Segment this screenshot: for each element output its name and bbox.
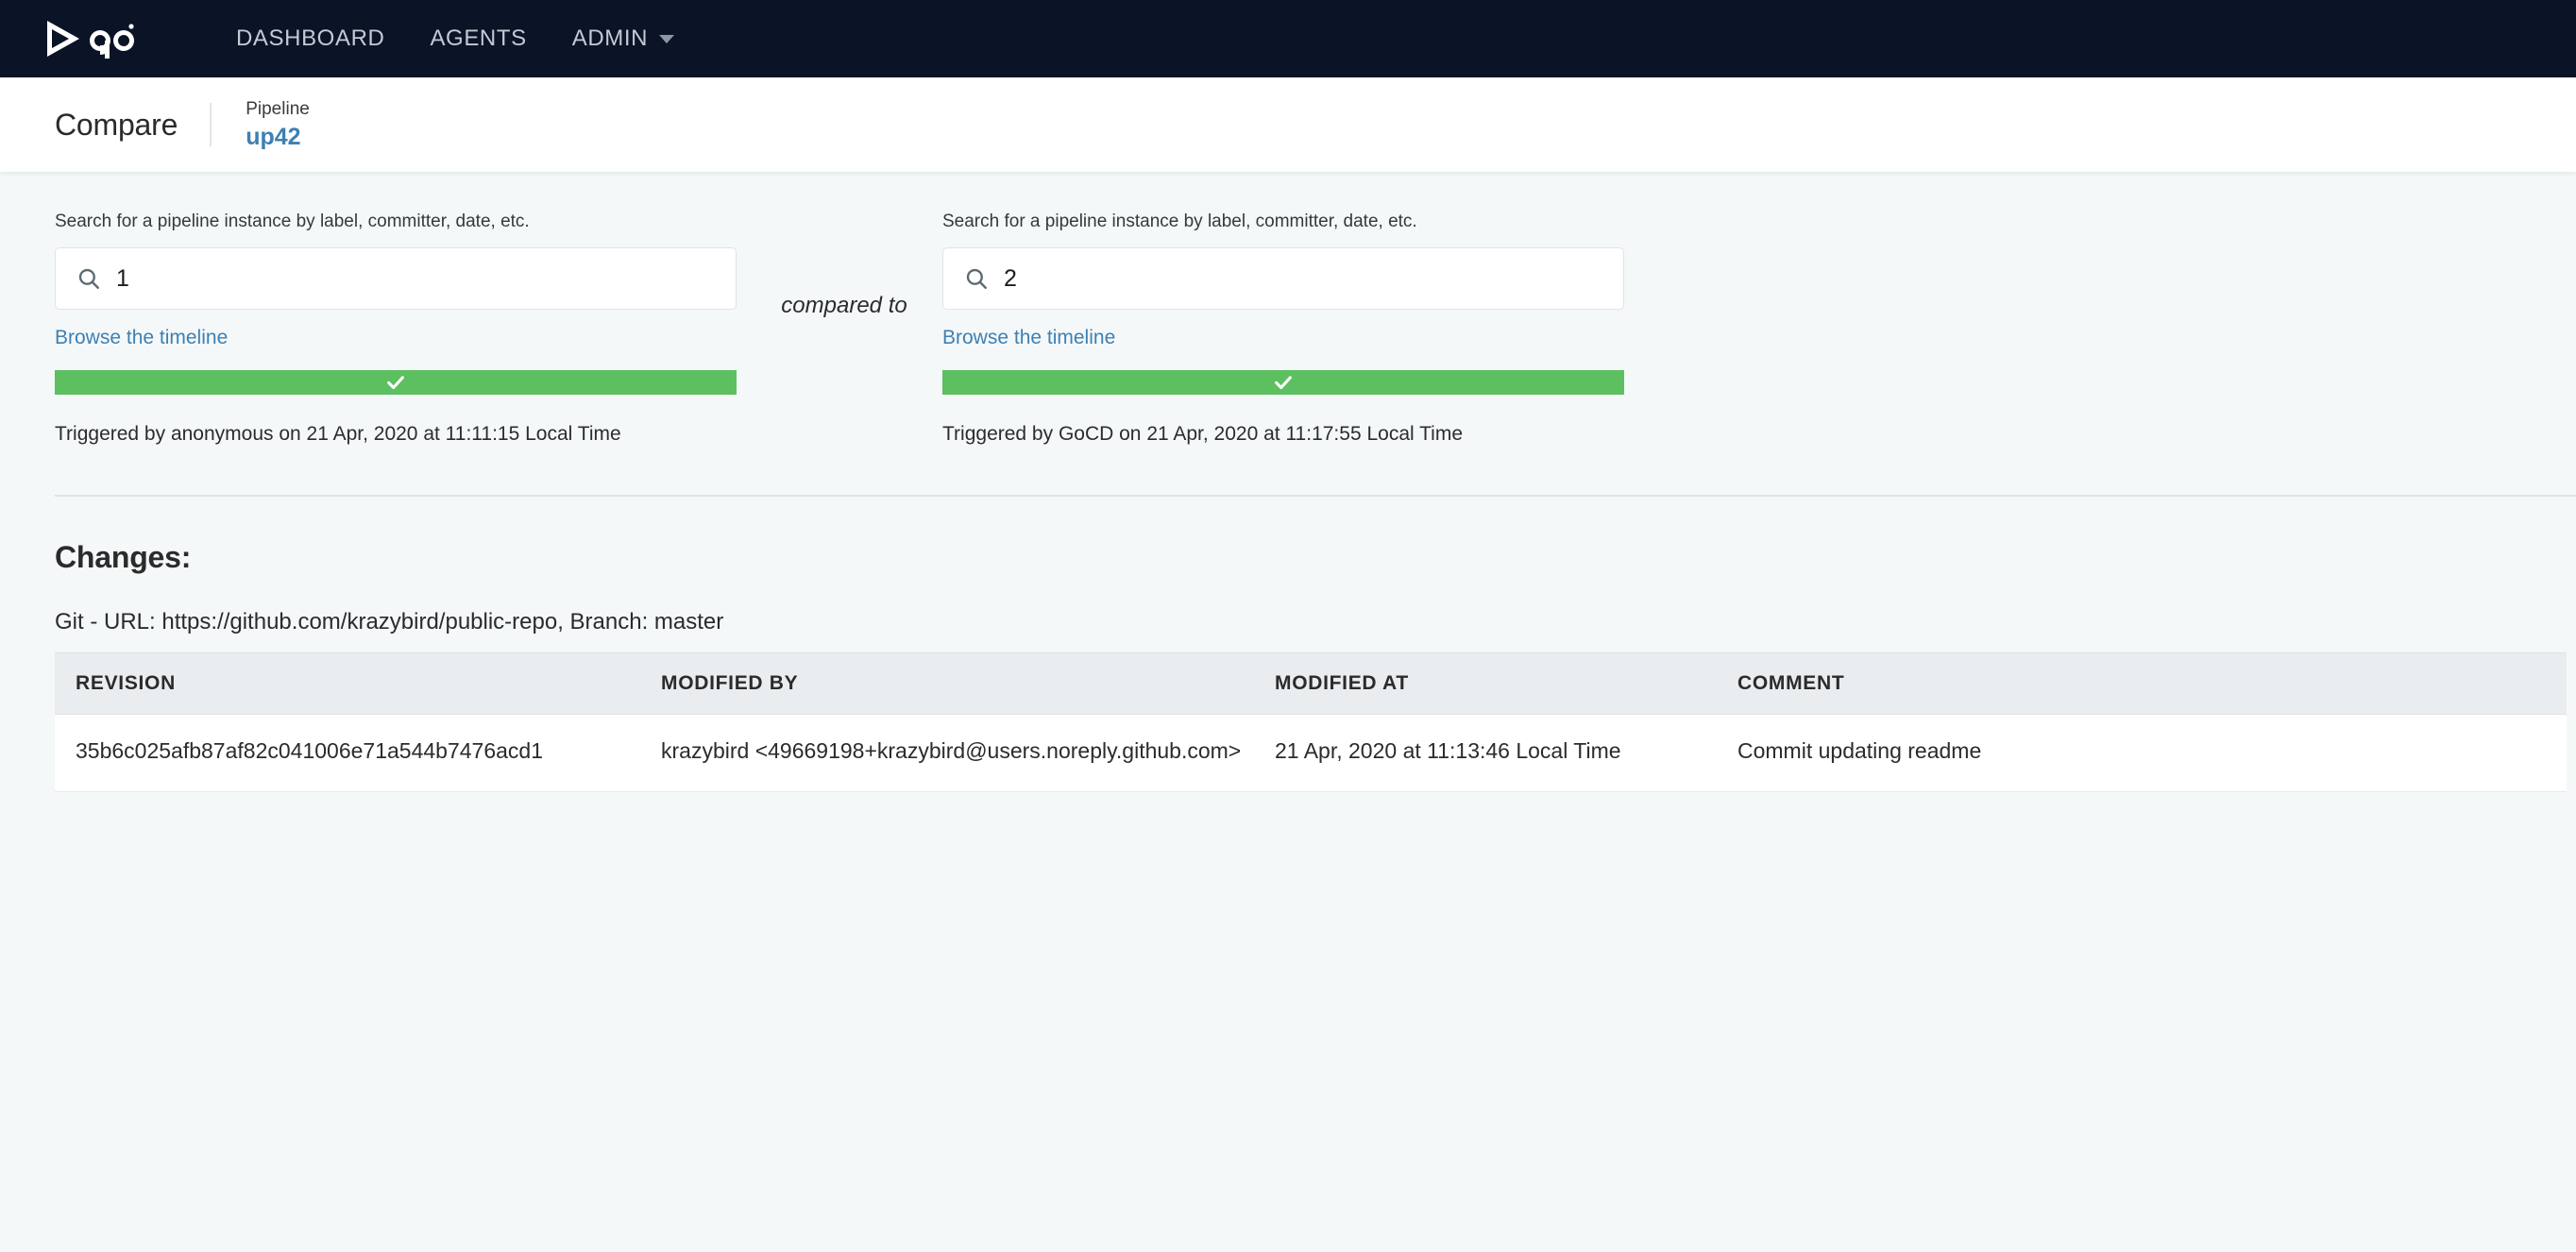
nav-dashboard[interactable]: DASHBOARD	[213, 0, 407, 77]
nav-agents[interactable]: AGENTS	[407, 0, 549, 77]
search-box-right[interactable]	[942, 247, 1624, 310]
pipeline-status-bar-left[interactable]	[55, 370, 737, 395]
nav-links: DASHBOARD AGENTS ADMIN	[213, 0, 697, 77]
top-navigation-bar: DASHBOARD AGENTS ADMIN	[0, 0, 2576, 77]
pipeline-name-link[interactable]: up42	[246, 123, 310, 151]
header-divider	[210, 103, 212, 146]
cell-revision: 35b6c025afb87af82c041006e71a544b7476acd1	[55, 714, 640, 792]
search-icon	[964, 266, 989, 291]
check-icon	[385, 372, 406, 393]
changes-table: REVISION MODIFIED BY MODIFIED AT COMMENT…	[55, 652, 2567, 792]
search-input-right[interactable]	[1004, 264, 1623, 293]
breadcrumb: Pipeline up42	[246, 98, 310, 151]
cell-modified-at: 21 Apr, 2020 at 11:13:46 Local Time	[1254, 714, 1717, 792]
changes-table-wrapper: REVISION MODIFIED BY MODIFIED AT COMMENT…	[0, 652, 2576, 792]
page-title: Compare	[55, 107, 178, 142]
search-icon	[76, 266, 101, 291]
chevron-down-icon	[659, 34, 675, 43]
changes-table-head: REVISION MODIFIED BY MODIFIED AT COMMENT	[55, 652, 2567, 715]
search-box-left[interactable]	[55, 247, 737, 310]
nav-admin-label: ADMIN	[571, 25, 649, 51]
column-header-modified-by[interactable]: MODIFIED BY	[640, 652, 1254, 715]
gocd-logo[interactable]	[43, 10, 136, 67]
search-input-left[interactable]	[116, 264, 736, 293]
nav-agents-label: AGENTS	[430, 25, 527, 51]
changes-heading: Changes:	[55, 540, 192, 574]
nav-dashboard-label: DASHBOARD	[236, 25, 385, 51]
table-header-row: REVISION MODIFIED BY MODIFIED AT COMMENT	[55, 652, 2567, 715]
page-header: Compare Pipeline up42	[0, 77, 2576, 172]
changes-table-body: 35b6c025afb87af82c041006e71a544b7476acd1…	[55, 714, 2567, 792]
main-content: Search for a pipeline instance by label,…	[0, 172, 2576, 792]
search-label-left: Search for a pipeline instance by label,…	[55, 211, 530, 231]
compare-instance-left: Search for a pipeline instance by label,…	[0, 211, 746, 446]
check-icon	[1273, 372, 1294, 393]
browse-timeline-link-left[interactable]: Browse the timeline	[55, 327, 228, 349]
table-row: 35b6c025afb87af82c041006e71a544b7476acd1…	[55, 714, 2567, 792]
pipeline-status-bar-right[interactable]	[942, 370, 1624, 395]
column-header-revision[interactable]: REVISION	[55, 652, 640, 715]
column-header-modified-at[interactable]: MODIFIED AT	[1254, 652, 1717, 715]
column-header-comment[interactable]: COMMENT	[1717, 652, 2567, 715]
compared-to-label: compared to	[781, 293, 907, 318]
compare-instance-right: Search for a pipeline instance by label,…	[942, 211, 1688, 446]
material-description: Git - URL: https://github.com/krazybird/…	[55, 609, 724, 634]
search-label-right: Search for a pipeline instance by label,…	[942, 211, 1417, 231]
cell-modified-by: krazybird <49669198+krazybird@users.nore…	[640, 714, 1254, 792]
nav-admin[interactable]: ADMIN	[550, 0, 697, 77]
pipeline-label: Pipeline	[246, 99, 310, 120]
cell-comment: Commit updating readme	[1717, 714, 2567, 792]
trigger-text-left: Triggered by anonymous on 21 Apr, 2020 a…	[55, 423, 621, 445]
trigger-text-right: Triggered by GoCD on 21 Apr, 2020 at 11:…	[942, 423, 1464, 445]
browse-timeline-link-right[interactable]: Browse the timeline	[942, 327, 1115, 349]
compare-selectors: Search for a pipeline instance by label,…	[0, 172, 2576, 446]
